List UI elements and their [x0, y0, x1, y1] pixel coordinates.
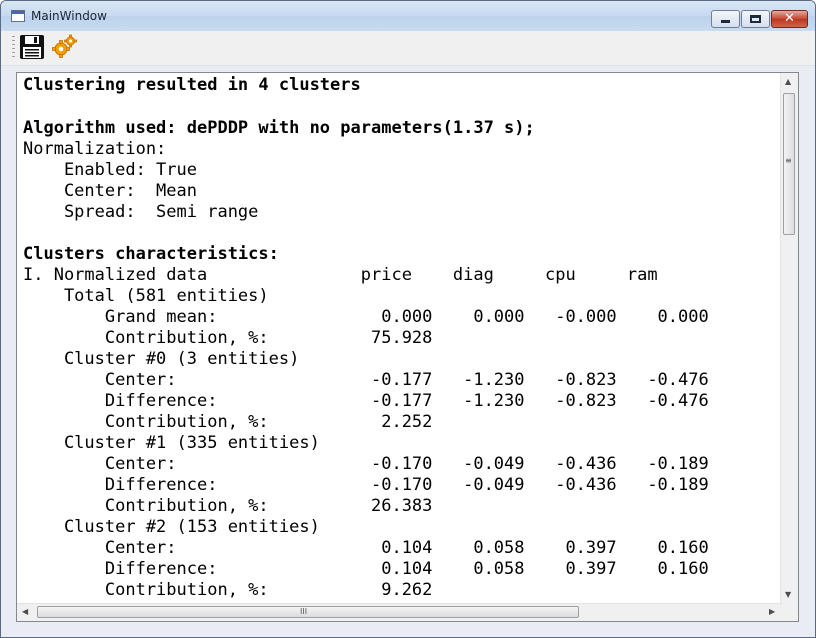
- title-bar[interactable]: MainWindow ✕: [1, 1, 815, 31]
- horizontal-scrollbar[interactable]: ◀ III ▶: [17, 603, 782, 621]
- maximize-button[interactable]: [741, 10, 770, 28]
- settings-gear-icon: [52, 34, 77, 58]
- cluster-2-center-row: Center: 0.104 0.058 0.397 0.160: [23, 538, 709, 558]
- vertical-scroll-thumb[interactable]: ≡: [783, 93, 795, 235]
- close-icon: ✕: [784, 11, 795, 26]
- grand-mean-row: Grand mean: 0.000 0.000 -0.000 0.000: [23, 307, 709, 327]
- scroll-down-arrow-icon[interactable]: ▼: [785, 591, 791, 599]
- window-title: MainWindow: [31, 9, 107, 23]
- clusters-count-line: Clustering resulted in 4 clusters: [23, 75, 361, 95]
- characteristics-title: Clusters characteristics:: [23, 244, 279, 264]
- normalization-enabled: Enabled: True: [23, 160, 197, 180]
- report-text: Clustering resulted in 4 clusters Algori…: [23, 73, 783, 603]
- scroll-up-arrow-icon[interactable]: ▲: [785, 78, 791, 86]
- scroll-right-arrow-icon[interactable]: ▶: [769, 608, 775, 616]
- cluster-0-difference-row: Difference: -0.177 -1.230 -0.823 -0.476: [23, 391, 709, 411]
- cluster-1-contribution-row: Contribution, %: 26.383: [23, 496, 433, 516]
- cluster-2-title: Cluster #2 (153 entities): [23, 517, 320, 537]
- cluster-0-title: Cluster #0 (3 entities): [23, 349, 300, 369]
- normalization-spread: Spread: Semi range: [23, 202, 259, 222]
- save-button[interactable]: [19, 34, 45, 60]
- normalization-center: Center: Mean: [23, 181, 197, 201]
- total-title: Total (581 entities): [23, 286, 269, 306]
- scroll-left-arrow-icon[interactable]: ◀: [22, 608, 28, 616]
- normalization-title: Normalization:: [23, 139, 167, 159]
- cluster-0-contribution-row: Contribution, %: 2.252: [23, 412, 433, 432]
- total-contribution-row: Contribution, %: 75.928: [23, 328, 433, 348]
- close-button[interactable]: ✕: [771, 10, 808, 28]
- algorithm-line: Algorithm used: dePDDP with no parameter…: [23, 118, 535, 138]
- horizontal-scroll-thumb[interactable]: III: [37, 606, 579, 618]
- minimize-icon: [721, 20, 730, 23]
- app-window-icon: [11, 10, 25, 22]
- cluster-1-difference-row: Difference: -0.170 -0.049 -0.436 -0.189: [23, 475, 709, 495]
- vertical-thumb-grip: ≡: [785, 156, 792, 165]
- cluster-1-title: Cluster #1 (335 entities): [23, 433, 320, 453]
- settings-button[interactable]: [51, 34, 77, 60]
- horizontal-thumb-grip: III: [300, 607, 308, 616]
- minimize-button[interactable]: [711, 10, 740, 28]
- table-header: I. Normalized data price diag cpu ram: [23, 265, 658, 285]
- main-window: MainWindow ✕ Clustering resulted in 4 cl…: [0, 0, 816, 638]
- report-text-area[interactable]: Clustering resulted in 4 clusters Algori…: [16, 72, 799, 622]
- cluster-0-center-row: Center: -0.177 -1.230 -0.823 -0.476: [23, 370, 709, 390]
- toolbar: [1, 31, 815, 66]
- scrollbar-corner: [781, 604, 798, 621]
- vertical-scrollbar[interactable]: ▲ ≡ ▼: [780, 73, 798, 604]
- maximize-icon: [750, 15, 761, 23]
- cluster-1-center-row: Center: -0.170 -0.049 -0.436 -0.189: [23, 454, 709, 474]
- toolbar-grip[interactable]: [12, 36, 15, 60]
- cluster-2-contribution-row: Contribution, %: 9.262: [23, 580, 433, 600]
- save-icon: [20, 35, 44, 59]
- cluster-2-difference-row: Difference: 0.104 0.058 0.397 0.160: [23, 559, 709, 579]
